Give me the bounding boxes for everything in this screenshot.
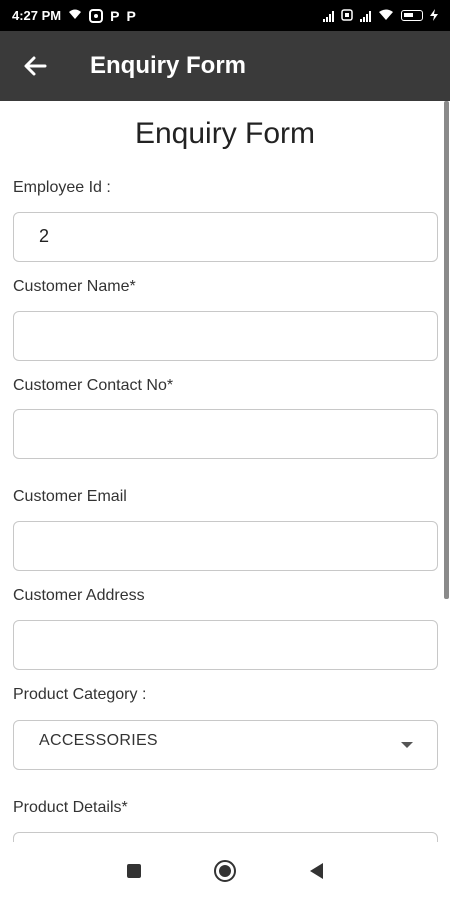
recents-square-icon[interactable] — [126, 864, 141, 878]
system-nav-bar — [0, 842, 450, 900]
employee-id-label: Employee Id : — [13, 179, 111, 196]
status-bar: 4:27 PM P P — [0, 0, 450, 31]
employee-id-value: 2 — [39, 226, 50, 246]
wifi-icon — [68, 9, 82, 22]
app-bar: Enquiry Form — [0, 31, 450, 101]
product-category-select[interactable]: ACCESSORIES — [13, 720, 438, 770]
form-scroll-area[interactable]: Enquiry Form Employee Id : 2 Customer Na… — [0, 101, 450, 842]
back-button[interactable] — [0, 31, 70, 101]
back-triangle-icon[interactable] — [310, 863, 324, 879]
customer-contact-field[interactable] — [13, 409, 438, 459]
product-details-label: Product Details* — [13, 799, 128, 816]
wifi-icon — [378, 9, 394, 23]
status-right — [323, 8, 438, 23]
customer-address-field[interactable] — [13, 620, 438, 670]
app-bar-title: Enquiry Form — [90, 52, 247, 79]
sim-icon — [341, 8, 353, 23]
customer-name-label: Customer Name* — [13, 278, 136, 295]
form-title: Enquiry Form — [134, 117, 316, 150]
product-category-label: Product Category : — [13, 686, 147, 703]
product-category-selected: ACCESSORIES — [39, 732, 158, 749]
customer-address-label: Customer Address — [13, 587, 145, 604]
status-time: 4:27 PM — [12, 8, 62, 23]
employee-id-field[interactable]: 2 — [13, 212, 438, 262]
camera-icon — [89, 8, 104, 23]
arrow-left-icon — [24, 56, 47, 76]
battery-icon — [401, 10, 423, 21]
scrollbar[interactable] — [444, 101, 449, 599]
p-icon: P — [110, 7, 120, 24]
customer-contact-label: Customer Contact No* — [13, 377, 174, 394]
customer-email-label: Customer Email — [13, 488, 127, 505]
customer-name-field[interactable] — [13, 311, 438, 361]
customer-email-field[interactable] — [13, 521, 438, 571]
signal-icon — [323, 10, 334, 22]
home-circle-icon[interactable] — [214, 860, 237, 882]
p-icon: P — [126, 7, 136, 24]
signal-icon — [360, 10, 371, 22]
charging-icon — [430, 8, 438, 23]
product-details-field[interactable] — [13, 832, 438, 842]
dropdown-arrow-icon — [401, 742, 413, 748]
status-left: 4:27 PM P P — [12, 8, 136, 24]
